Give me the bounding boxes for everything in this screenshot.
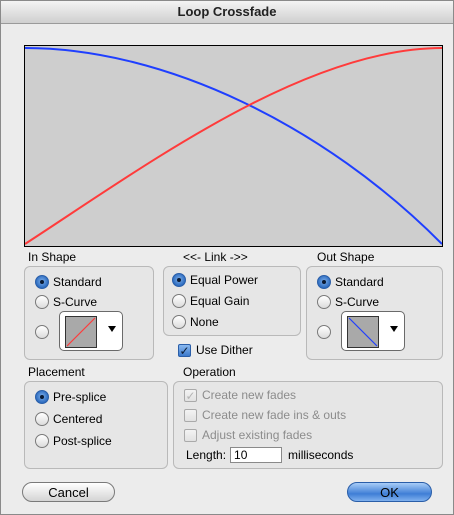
out-shape-popup-button[interactable] — [341, 311, 405, 351]
link-none[interactable]: None — [172, 313, 219, 331]
placement-post-splice[interactable]: Post-splice — [35, 432, 112, 450]
radio-icon[interactable] — [317, 325, 331, 339]
placement-group: Pre-splice Centered Post-splice — [24, 381, 168, 469]
radio-icon[interactable] — [35, 295, 49, 309]
fade-in-shape-icon — [65, 316, 97, 348]
radio-icon[interactable] — [172, 294, 186, 308]
radio-selected-icon[interactable] — [172, 273, 186, 287]
out-shape-label: Out Shape — [317, 250, 375, 264]
placement-label: Placement — [28, 365, 85, 379]
operation-label: Operation — [183, 365, 236, 379]
length-input[interactable] — [230, 447, 283, 463]
link-group: Equal Power Equal Gain None — [163, 266, 301, 336]
crossfade-graph — [24, 45, 443, 247]
crossfade-curves — [25, 47, 442, 245]
checkbox-checked-icon[interactable]: ✓ — [178, 343, 191, 357]
link-label: <<- Link ->> — [183, 250, 248, 264]
placement-pre-splice[interactable]: Pre-splice — [35, 388, 106, 406]
link-equal-gain[interactable]: Equal Gain — [172, 292, 249, 310]
radio-selected-icon[interactable] — [35, 275, 49, 289]
out-shape-s-curve[interactable]: S-Curve — [317, 293, 379, 311]
radio-icon[interactable] — [35, 325, 49, 339]
out-shape-group: Standard S-Curve — [306, 266, 443, 360]
chevron-down-icon — [390, 326, 398, 332]
radio-icon[interactable] — [317, 295, 331, 309]
create-new-fades-checkbox[interactable]: ✓ Create new fades — [184, 386, 296, 404]
length-unit: milliseconds — [288, 448, 354, 462]
radio-selected-icon[interactable] — [35, 390, 49, 404]
operation-group: ✓ Create new fades Create new fade ins &… — [173, 381, 443, 469]
link-equal-power[interactable]: Equal Power — [172, 271, 258, 289]
out-shape-standard[interactable]: Standard — [317, 273, 384, 291]
in-shape-custom[interactable] — [35, 323, 53, 341]
ok-button[interactable]: OK — [347, 482, 432, 502]
fade-out-curve — [25, 47, 442, 245]
use-dither-checkbox[interactable]: ✓ Use Dither — [178, 341, 253, 359]
checkbox-checked-icon[interactable]: ✓ — [184, 388, 197, 402]
fade-out-shape-icon — [347, 316, 379, 348]
in-shape-standard[interactable]: Standard — [35, 273, 102, 291]
window-title: Loop Crossfade — [1, 1, 453, 24]
in-shape-label: In Shape — [28, 250, 77, 264]
cancel-button[interactable]: Cancel — [22, 482, 115, 502]
chevron-down-icon — [108, 326, 116, 332]
in-shape-group: Standard S-Curve — [24, 266, 154, 360]
radio-selected-icon[interactable] — [317, 275, 331, 289]
loop-crossfade-dialog: Loop Crossfade In Shape Standard S-Curve… — [0, 0, 454, 515]
length-label: Length: — [186, 448, 227, 462]
radio-icon[interactable] — [35, 412, 49, 426]
radio-icon[interactable] — [172, 315, 186, 329]
radio-icon[interactable] — [35, 434, 49, 448]
in-shape-popup-button[interactable] — [59, 311, 123, 351]
length-row: Length: milliseconds — [186, 446, 353, 464]
fade-in-curve — [25, 47, 442, 245]
checkbox-icon[interactable] — [184, 408, 197, 422]
placement-centered[interactable]: Centered — [35, 410, 102, 428]
create-new-fade-ins-outs-checkbox[interactable]: Create new fade ins & outs — [184, 406, 346, 424]
checkbox-icon[interactable] — [184, 428, 197, 442]
adjust-existing-fades-checkbox[interactable]: Adjust existing fades — [184, 426, 312, 444]
in-shape-s-curve[interactable]: S-Curve — [35, 293, 97, 311]
out-shape-custom[interactable] — [317, 323, 335, 341]
